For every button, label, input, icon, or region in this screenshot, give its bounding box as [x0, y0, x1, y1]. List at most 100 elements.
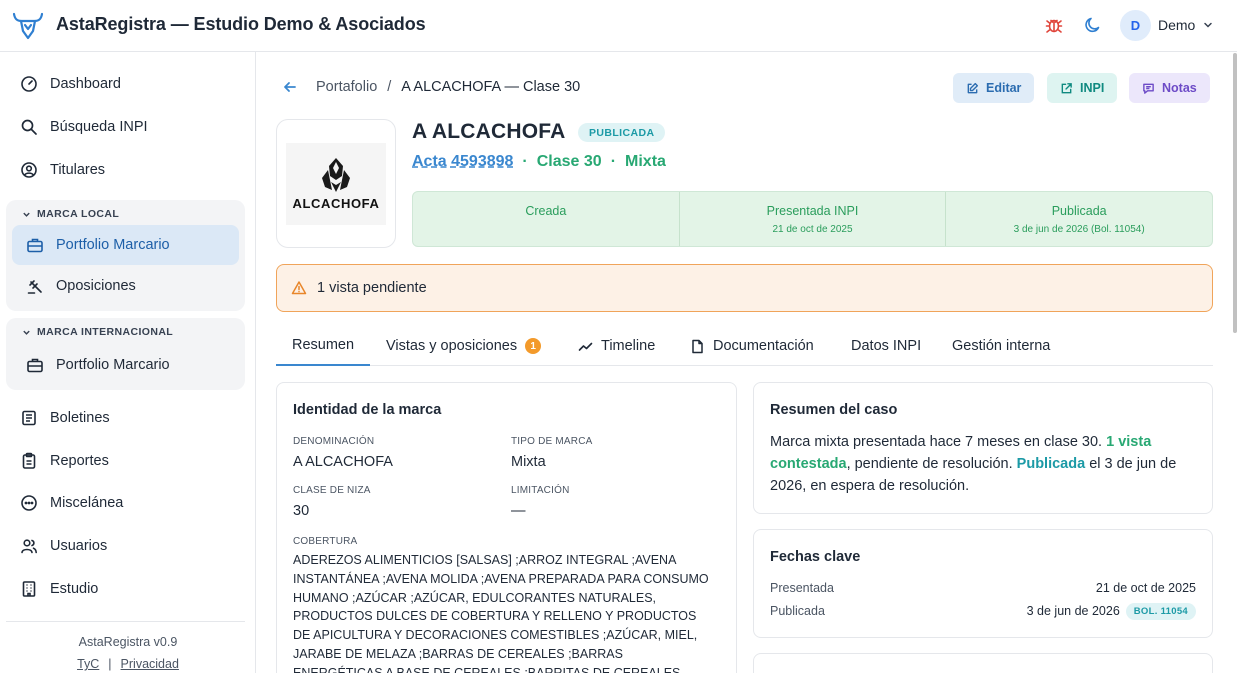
chevron-down-icon [23, 212, 30, 217]
tab-documentacion[interactable]: Documentación [690, 326, 814, 366]
tab-timeline[interactable]: Timeline [578, 326, 655, 366]
sidebar-item-estudio[interactable]: Estudio [12, 569, 244, 609]
summary-text: Marca mixta presentada hace 7 meses en c… [770, 434, 1177, 494]
tyc-link[interactable]: TyC [77, 657, 99, 671]
sidebar-item-label: Titulares [50, 162, 106, 178]
sidebar-item-label: Búsqueda INPI [50, 119, 148, 135]
divider [6, 621, 245, 622]
dots-circle-icon [21, 495, 37, 511]
date-row-presentada: Presentada 21 de oct de 2025 [770, 581, 1196, 595]
tipo-value: Mixta [511, 454, 546, 470]
chevron-down-icon [1204, 22, 1213, 28]
user-name: Demo [1158, 17, 1196, 33]
sidebar: Dashboard Búsqueda INPI Titulares MARCA … [0, 52, 256, 673]
inpi-button[interactable]: INPI [1047, 73, 1118, 103]
field-label: CLASE DE NIZA [293, 485, 371, 496]
field-label: COBERTURA [293, 536, 358, 547]
logo-wordmark: ALCACHOFA [292, 196, 380, 211]
sidebar-item-oposiciones[interactable]: Oposiciones [12, 266, 239, 306]
limitacion-value: — [511, 503, 526, 519]
breadcrumb-parent[interactable]: Portafolio [316, 79, 377, 95]
trend-line-icon [578, 342, 593, 351]
group-marca-local: MARCA LOCAL Portfolio Marcario Oposicion… [6, 200, 245, 311]
scrollbar[interactable] [1233, 53, 1237, 333]
count-badge: 1 [525, 338, 542, 354]
sidebar-item-label: Usuarios [50, 538, 108, 554]
sidebar-item-boletines[interactable]: Boletines [12, 398, 244, 438]
mark-subline: Acta 4593898 · Clase 30 · Mixta [412, 153, 666, 170]
summary-card: Resumen del caso Marca mixta presentada … [753, 382, 1213, 514]
privacidad-link[interactable]: Privacidad [121, 657, 179, 671]
sidebar-item-label: Dashboard [50, 76, 121, 92]
sidebar-item-titulares[interactable]: Titulares [12, 150, 244, 190]
identity-card: Identidad de la marca DENOMINACIÓN A ALC… [276, 382, 737, 673]
tab-gestion-interna[interactable]: Gestión interna [952, 326, 1050, 366]
message-icon [1143, 83, 1154, 94]
external-link-icon [1061, 82, 1072, 93]
group-title-marca-local[interactable]: MARCA LOCAL [22, 208, 119, 220]
sidebar-item-miscelanea[interactable]: Miscelánea [12, 483, 244, 523]
edit-icon [967, 82, 979, 93]
sidebar-item-portfolio-local[interactable]: Portfolio Marcario [12, 225, 239, 265]
bug-icon[interactable] [1044, 15, 1064, 35]
trademark-logo-image: ALCACHOFA [286, 142, 386, 225]
app-version: AstaRegistra v0.9 [78, 635, 178, 649]
newspaper-icon [22, 410, 36, 426]
top-bar: AstaRegistra — Estudio Demo & Asociados … [0, 0, 1237, 52]
sidebar-item-label: Oposiciones [56, 278, 136, 294]
pending-alert[interactable]: 1 vista pendiente [276, 264, 1213, 312]
notes-button[interactable]: Notas [1129, 73, 1210, 103]
mark-clase: Clase 30 [536, 153, 602, 170]
tab-vistas-oposiciones[interactable]: Vistas y oposiciones 1 [386, 326, 542, 366]
cobertura-text: ADEREZOS ALIMENTICIOS [SALSAS] ;ARROZ IN… [293, 553, 709, 673]
sidebar-item-label: Boletines [50, 410, 110, 426]
denominacion-value: A ALCACHOFA [293, 454, 393, 470]
group-title-marca-internacional[interactable]: MARCA INTERNACIONAL [22, 326, 173, 338]
alert-text: 1 vista pendiente [317, 280, 427, 296]
trademark-logo-card: ALCACHOFA [276, 119, 396, 248]
mark-title: A ALCACHOFA [412, 120, 566, 143]
bull-logo-icon[interactable] [12, 10, 44, 40]
field-label: DENOMINACIÓN [293, 436, 375, 447]
sidebar-item-reportes[interactable]: Reportes [12, 441, 244, 481]
breadcrumb-current: A ALCACHOFA — Clase 30 [401, 79, 581, 95]
tab-datos-inpi[interactable]: Datos INPI [851, 326, 921, 366]
document-icon [692, 339, 703, 353]
sidebar-item-portfolio-internacional[interactable]: Portfolio Marcario [12, 345, 239, 385]
gauge-icon [21, 76, 37, 92]
user-menu[interactable]: D Demo [1120, 9, 1214, 41]
search-icon [21, 119, 37, 135]
status-badge: PUBLICADA [578, 123, 666, 142]
building-icon [22, 581, 36, 597]
sidebar-item-label: Estudio [50, 581, 99, 597]
acta-link[interactable]: Acta 4593898 [412, 153, 513, 170]
sidebar-item-label: Miscelánea [50, 495, 124, 511]
sidebar-item-label: Portfolio Marcario [56, 237, 170, 253]
user-circle-icon [21, 162, 37, 178]
artichoke-icon [322, 158, 350, 192]
timeline-step-publicada: Publicada 3 de jun de 2026 (Bol. 11054) [1013, 204, 1145, 235]
warning-icon [291, 281, 307, 295]
sidebar-item-label: Reportes [50, 453, 109, 469]
field-label: LIMITACIÓN [511, 485, 570, 496]
avatar: D [1120, 9, 1151, 41]
field-label: TIPO DE MARCA [511, 436, 593, 447]
sidebar-item-busqueda-inpi[interactable]: Búsqueda INPI [12, 107, 244, 147]
group-marca-internacional: MARCA INTERNACIONAL Portfolio Marcario [6, 318, 245, 390]
sidebar-item-usuarios[interactable]: Usuarios [12, 526, 244, 566]
users-icon [21, 539, 37, 554]
moon-icon[interactable] [1083, 15, 1103, 35]
date-row-publicada: Publicada 3 de jun de 2026 BOL. 11054 [770, 601, 1196, 621]
tab-resumen[interactable]: Resumen [276, 326, 371, 366]
sidebar-item-dashboard[interactable]: Dashboard [12, 64, 244, 104]
key-dates-card: Fechas clave Presentada 21 de oct de 202… [753, 529, 1213, 638]
briefcase-icon [27, 238, 43, 253]
chevron-down-icon [23, 330, 30, 335]
next-card [753, 653, 1213, 673]
clase-value: 30 [293, 503, 310, 519]
edit-button[interactable]: Editar [953, 73, 1035, 103]
arrow-left-icon[interactable] [282, 79, 298, 95]
sidebar-item-label: Portfolio Marcario [56, 357, 170, 373]
status-timeline: Creada Presentada INPI 21 de oct de 2025… [412, 191, 1213, 247]
mark-tipo: Mixta [625, 153, 666, 170]
